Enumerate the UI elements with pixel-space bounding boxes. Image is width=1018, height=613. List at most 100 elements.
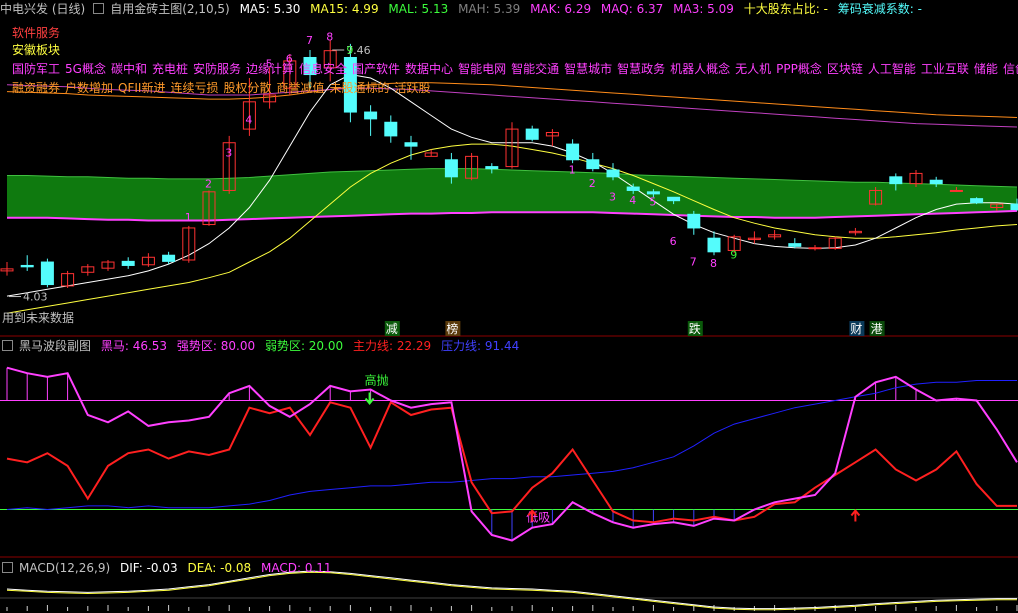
sequence-number: 3: [609, 191, 616, 204]
concept-tag[interactable]: 信创: [1003, 62, 1018, 76]
sequence-number: 9: [346, 44, 353, 57]
concept-tag[interactable]: 信息安全: [299, 62, 347, 76]
main-header: 中电兴发 (日线) 自用金砖主图(2,10,5) MA5: 5.30 MA15: …: [0, 1, 928, 17]
main-indicator-name[interactable]: 自用金砖主图(2,10,5): [110, 2, 230, 16]
sequence-number: 4: [629, 194, 636, 207]
concept-tag[interactable]: 智慧政务: [617, 62, 665, 76]
sequence-number: 6: [670, 235, 677, 248]
concept-tag[interactable]: 连续亏损: [170, 81, 218, 95]
candle-body: [404, 142, 418, 147]
sequence-number: 9: [730, 249, 737, 262]
concept-tag[interactable]: 充电桩: [152, 62, 188, 76]
concept-tag[interactable]: 人工智能: [868, 62, 916, 76]
main-force-line: [6, 400, 1017, 524]
candle-body: [889, 176, 903, 185]
sector-line-2: 安徽板块: [12, 43, 61, 57]
pressure-line-value: 压力线: 91.44: [441, 339, 520, 353]
sequence-number: 8: [326, 30, 333, 43]
candle-body: [364, 111, 378, 120]
candle-body: [525, 128, 539, 140]
concept-tag[interactable]: 智能电网: [458, 62, 506, 76]
concept-tag[interactable]: 商誉减值: [277, 81, 325, 95]
candle-body: [162, 254, 176, 262]
candle-body: [20, 264, 34, 268]
event-mark: 跌: [689, 321, 701, 336]
candle-body: [40, 261, 54, 286]
macd-value: MACD: 0.11: [261, 561, 332, 575]
sequence-number: 3: [225, 146, 232, 159]
buy-arrow-icon: [850, 508, 861, 522]
sub1-title[interactable]: 黑马波段副图: [19, 339, 91, 353]
concept-tag[interactable]: 户数增加: [65, 81, 113, 95]
concept-tag[interactable]: 数据中心: [405, 62, 453, 76]
collapse-icon[interactable]: [2, 340, 13, 351]
holder-ratio: 十大股东占比: -: [743, 2, 828, 16]
maq-value: MAQ: 6.37: [600, 2, 664, 16]
concept-tag[interactable]: 区块链: [827, 62, 863, 76]
dif-value: DIF: -0.03: [119, 561, 178, 575]
stock-name[interactable]: 中电兴发 (日线): [0, 2, 85, 16]
concept-tag[interactable]: 边缘计算: [246, 62, 294, 76]
sequence-number: 7: [690, 255, 697, 268]
future-data-note: 用到未来数据: [2, 311, 75, 325]
candle-body: [485, 166, 499, 170]
heima-value: 黑马: 46.53: [100, 339, 168, 353]
candle-body: [121, 260, 135, 266]
candle-body: [646, 191, 660, 195]
ma-yellow-line: [6, 143, 1018, 314]
event-mark: 港: [871, 322, 883, 336]
sequence-number: 8: [710, 257, 717, 270]
concept-tag[interactable]: 安防服务: [193, 62, 241, 76]
sequence-number: 2: [205, 178, 212, 191]
concept-tag[interactable]: QFII新进: [118, 81, 165, 95]
sequence-number: 2: [589, 177, 596, 190]
concept-tag[interactable]: 国防军工: [12, 62, 60, 76]
mak-value: MAK: 6.29: [530, 2, 592, 16]
sequence-number: 5: [649, 195, 656, 208]
concept-tag[interactable]: 融资融券: [12, 81, 60, 95]
main-line-value: 主力线: 22.29: [352, 339, 432, 353]
candle-body: [444, 159, 458, 178]
event-mark: 财: [850, 322, 862, 336]
ma15-value: MA15: 4.99: [310, 2, 379, 16]
sequence-number: 1: [185, 211, 192, 224]
sell-signal-label: 高抛: [365, 372, 389, 387]
concept-tag[interactable]: 碳中和: [111, 62, 147, 76]
dea-value: DEA: -0.08: [187, 561, 252, 575]
sector-line-1: 软件服务: [12, 26, 61, 40]
candle-body: [586, 159, 600, 170]
concept-tag[interactable]: 国产软件: [352, 62, 400, 76]
concept-tag[interactable]: 智慧城市: [564, 62, 612, 76]
concept-tags-2: 融资融券 户数增加 QFII新进 连续亏损 股权分散 商誉减值 未股通标的 活跃股: [12, 80, 436, 96]
chip-decay: 筹码衰减系数: -: [837, 2, 922, 16]
macd-title[interactable]: MACD(12,26,9): [19, 561, 110, 575]
candle-body: [384, 121, 398, 137]
event-mark: 减: [386, 322, 398, 336]
mal-value: MAL: 5.13: [388, 2, 449, 16]
pressure-line: [6, 380, 1017, 511]
weak-zone-value: 弱势区: 20.00: [264, 339, 344, 353]
candle-body: [970, 198, 984, 204]
concept-tag[interactable]: 活跃股: [395, 81, 431, 95]
candle-body: [667, 196, 681, 202]
concept-tag[interactable]: 5G概念: [65, 62, 106, 76]
sub1-header: 黑马波段副图 黑马: 46.53 强势区: 80.00 弱势区: 20.00 主…: [0, 338, 525, 354]
concept-tag[interactable]: 无人机: [735, 62, 771, 76]
collapse-icon[interactable]: [2, 562, 13, 573]
concept-tag[interactable]: 智能交通: [511, 62, 559, 76]
concept-tag[interactable]: 股权分散: [223, 81, 271, 95]
concept-tag[interactable]: PPP概念: [776, 62, 822, 76]
sequence-number: 4: [245, 114, 252, 127]
sub2-header: MACD(12,26,9) DIF: -0.03 DEA: -0.08 MACD…: [0, 560, 338, 576]
concept-tag[interactable]: 机器人概念: [670, 62, 730, 76]
event-mark: 榜: [446, 321, 458, 336]
candle-body: [929, 179, 943, 185]
candle-body: [626, 186, 640, 191]
price-label: 4.03: [23, 291, 48, 304]
concept-tag[interactable]: 未股通标的: [330, 81, 390, 95]
concept-tags: 国防军工 5G概念 碳中和 充电桩 安防服务 边缘计算 信息安全 国产软件 数据中心 智能电网 智能…: [12, 61, 1018, 77]
concept-tag[interactable]: 工业互联: [921, 62, 969, 76]
collapse-icon[interactable]: [93, 3, 105, 14]
concept-tag[interactable]: 储能: [974, 62, 998, 76]
candle-body: [808, 247, 822, 250]
